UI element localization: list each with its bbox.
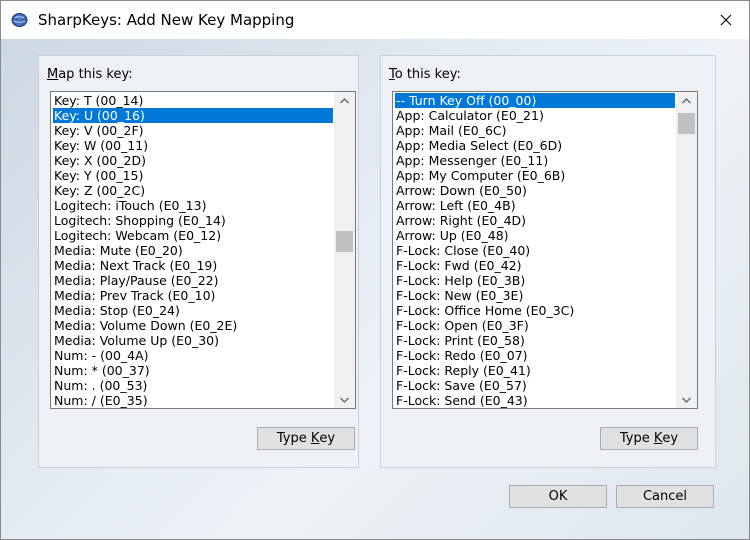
list-item[interactable]: Key: U (00_16) xyxy=(53,108,333,123)
list-item[interactable]: Key: Z (00_2C) xyxy=(53,183,333,198)
list-item[interactable]: Logitech: Shopping (E0_14) xyxy=(53,213,333,228)
list-item[interactable]: F-Lock: Redo (E0_07) xyxy=(395,348,675,363)
list-item[interactable]: App: Media Select (E0_6D) xyxy=(395,138,675,153)
scroll-down-button[interactable] xyxy=(676,391,697,408)
chevron-down-icon xyxy=(340,397,349,403)
scroll-thumb[interactable] xyxy=(336,231,353,252)
source-key-list[interactable]: Key: T (00_14) Key: U (00_16) Key: V (00_2… xyxy=(50,91,356,409)
list-item[interactable]: Key: W (00_11) xyxy=(53,138,333,153)
list-item[interactable]: F-Lock: Save (E0_57) xyxy=(395,378,675,393)
type-key-button-right[interactable]: Type Key xyxy=(600,427,698,450)
source-key-scrollbar[interactable] xyxy=(334,92,355,408)
dialog-window: SharpKeys: Add New Key Mapping Map this … xyxy=(0,0,750,540)
list-item[interactable]: F-Lock: New (E0_3E) xyxy=(395,288,675,303)
list-item[interactable]: Arrow: Left (E0_4B) xyxy=(395,198,675,213)
list-item[interactable]: App: Messenger (E0_11) xyxy=(395,153,675,168)
list-item[interactable]: F-Lock: Send (E0_43) xyxy=(395,393,675,408)
list-item[interactable]: Arrow: Up (E0_48) xyxy=(395,228,675,243)
list-item[interactable]: Num: - (00_4A) xyxy=(53,348,333,363)
list-item[interactable]: Media: Mute (E0_20) xyxy=(53,243,333,258)
list-item[interactable]: Media: Volume Up (E0_30) xyxy=(53,333,333,348)
list-item[interactable]: App: Calculator (E0_21) xyxy=(395,108,675,123)
list-item[interactable]: Arrow: Down (E0_50) xyxy=(395,183,675,198)
list-item[interactable]: Media: Play/Pause (E0_22) xyxy=(53,273,333,288)
list-item[interactable]: F-Lock: Office Home (E0_3C) xyxy=(395,303,675,318)
type-key-button-left[interactable]: Type Key xyxy=(257,427,355,450)
target-key-items: -- Turn Key Off (00_00) App: Calculator (… xyxy=(395,93,675,408)
list-item[interactable]: -- Turn Key Off (00_00) xyxy=(395,93,675,108)
list-item[interactable]: Key: V (00_2F) xyxy=(53,123,333,138)
source-key-items: Key: T (00_14) Key: U (00_16) Key: V (00_2… xyxy=(53,93,333,408)
list-item[interactable]: Num: . (00_53) xyxy=(53,378,333,393)
list-item[interactable]: F-Lock: Close (E0_40) xyxy=(395,243,675,258)
close-icon xyxy=(720,14,732,26)
app-icon xyxy=(11,13,28,27)
chevron-up-icon xyxy=(682,97,691,103)
to-this-key-label: To this key: xyxy=(389,67,461,82)
list-item[interactable]: App: Mail (E0_6C) xyxy=(395,123,675,138)
dialog-client-area: Map this key: To this key: Key: T (00_14… xyxy=(1,39,749,539)
list-item[interactable]: F-Lock: Reply (E0_41) xyxy=(395,363,675,378)
window-title: SharpKeys: Add New Key Mapping xyxy=(38,11,295,29)
list-item[interactable]: Key: Y (00_15) xyxy=(53,168,333,183)
list-item[interactable]: Num: / (E0_35) xyxy=(53,393,333,408)
list-item[interactable]: Num: * (00_37) xyxy=(53,363,333,378)
target-key-scrollbar[interactable] xyxy=(676,92,697,408)
list-item[interactable]: Media: Stop (E0_24) xyxy=(53,303,333,318)
target-key-list[interactable]: -- Turn Key Off (00_00) App: Calculator (… xyxy=(392,91,698,409)
list-item[interactable]: Logitech: iTouch (E0_13) xyxy=(53,198,333,213)
list-item[interactable]: App: My Computer (E0_6B) xyxy=(395,168,675,183)
chevron-up-icon xyxy=(340,97,349,103)
title-bar[interactable]: SharpKeys: Add New Key Mapping xyxy=(1,1,749,39)
list-item[interactable]: F-Lock: Open (E0_3F) xyxy=(395,318,675,333)
list-item[interactable]: Key: T (00_14) xyxy=(53,93,333,108)
chevron-down-icon xyxy=(682,397,691,403)
list-item[interactable]: Media: Next Track (E0_19) xyxy=(53,258,333,273)
list-item[interactable]: Media: Volume Down (E0_2E) xyxy=(53,318,333,333)
list-item[interactable]: F-Lock: Help (E0_3B) xyxy=(395,273,675,288)
ok-button[interactable]: OK xyxy=(509,485,607,508)
list-item[interactable]: Key: X (00_2D) xyxy=(53,153,333,168)
scroll-thumb[interactable] xyxy=(678,113,695,134)
list-item[interactable]: Logitech: Webcam (E0_12) xyxy=(53,228,333,243)
cancel-button[interactable]: Cancel xyxy=(616,485,714,508)
list-item[interactable]: F-Lock: Print (E0_58) xyxy=(395,333,675,348)
scroll-up-button[interactable] xyxy=(334,92,355,109)
map-this-key-label: Map this key: xyxy=(47,67,133,82)
scroll-down-button[interactable] xyxy=(334,391,355,408)
list-item[interactable]: Media: Prev Track (E0_10) xyxy=(53,288,333,303)
close-button[interactable] xyxy=(703,1,749,39)
scroll-up-button[interactable] xyxy=(676,92,697,109)
list-item[interactable]: Arrow: Right (E0_4D) xyxy=(395,213,675,228)
list-item[interactable]: F-Lock: Fwd (E0_42) xyxy=(395,258,675,273)
